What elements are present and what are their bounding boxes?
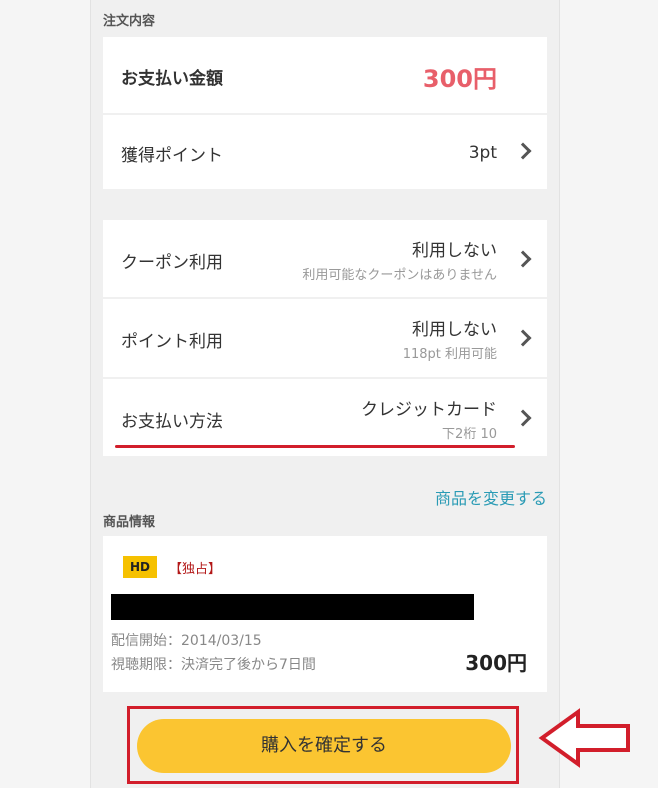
order-summary-card: お支払い金額 300円 獲得ポイント 3pt — [103, 37, 547, 189]
coupon-label: クーポン利用 — [121, 253, 223, 273]
point-use-sub: 118pt 利用可能 — [402, 347, 497, 362]
hd-badge: HD — [123, 556, 157, 578]
points-value: 3pt — [468, 143, 497, 163]
checkout-panel: 注文内容 お支払い金額 300円 獲得ポイント 3pt クーポン利用 利用しない… — [90, 0, 560, 788]
amount-value: 300円 — [422, 65, 497, 93]
point-use-value-group: 利用しない 118pt 利用可能 — [403, 315, 497, 362]
payment-value: クレジットカード — [361, 400, 497, 420]
chevron-right-icon — [514, 142, 532, 160]
point-use-value: 利用しない — [412, 320, 497, 340]
payment-value-group: クレジットカード 下2桁 10 — [361, 395, 497, 442]
order-section-title: 注文内容 — [103, 14, 156, 29]
confirm-purchase-button[interactable]: 購入を確定する — [137, 719, 511, 773]
release-date: 配信開始：2014/03/15 — [111, 633, 262, 649]
exclusive-tag: 【独占】 — [169, 562, 222, 577]
amount-label: お支払い金額 — [121, 69, 223, 89]
redacted-title — [111, 594, 474, 620]
amount-row: お支払い金額 300円 — [103, 37, 547, 113]
payment-label: お支払い方法 — [121, 412, 223, 432]
chevron-right-icon — [514, 329, 532, 347]
product-section-title: 商品情報 — [103, 515, 156, 530]
coupon-value-group: 利用しない 利用可能なクーポンはありません — [302, 236, 497, 283]
point-use-label: ポイント利用 — [121, 332, 223, 352]
coupon-sub: 利用可能なクーポンはありません — [302, 268, 497, 283]
points-row[interactable]: 獲得ポイント 3pt — [103, 115, 547, 189]
product-price: 300円 — [465, 651, 527, 675]
points-label: 獲得ポイント — [121, 146, 223, 166]
coupon-value: 利用しない — [412, 241, 497, 261]
change-product-link[interactable]: 商品を変更する — [435, 485, 547, 509]
coupon-row[interactable]: クーポン利用 利用しない 利用可能なクーポンはありません — [103, 220, 547, 297]
chevron-right-icon — [514, 409, 532, 427]
viewing-period: 視聴期限：決済完了後から7日間 — [111, 657, 316, 673]
pointing-arrow-icon — [538, 708, 630, 768]
payment-highlight-underline — [115, 445, 515, 448]
point-use-row[interactable]: ポイント利用 利用しない 118pt 利用可能 — [103, 299, 547, 377]
payment-sub: 下2桁 10 — [442, 427, 497, 442]
payment-options-card: クーポン利用 利用しない 利用可能なクーポンはありません ポイント利用 利用しな… — [103, 220, 547, 456]
chevron-right-icon — [514, 250, 532, 268]
